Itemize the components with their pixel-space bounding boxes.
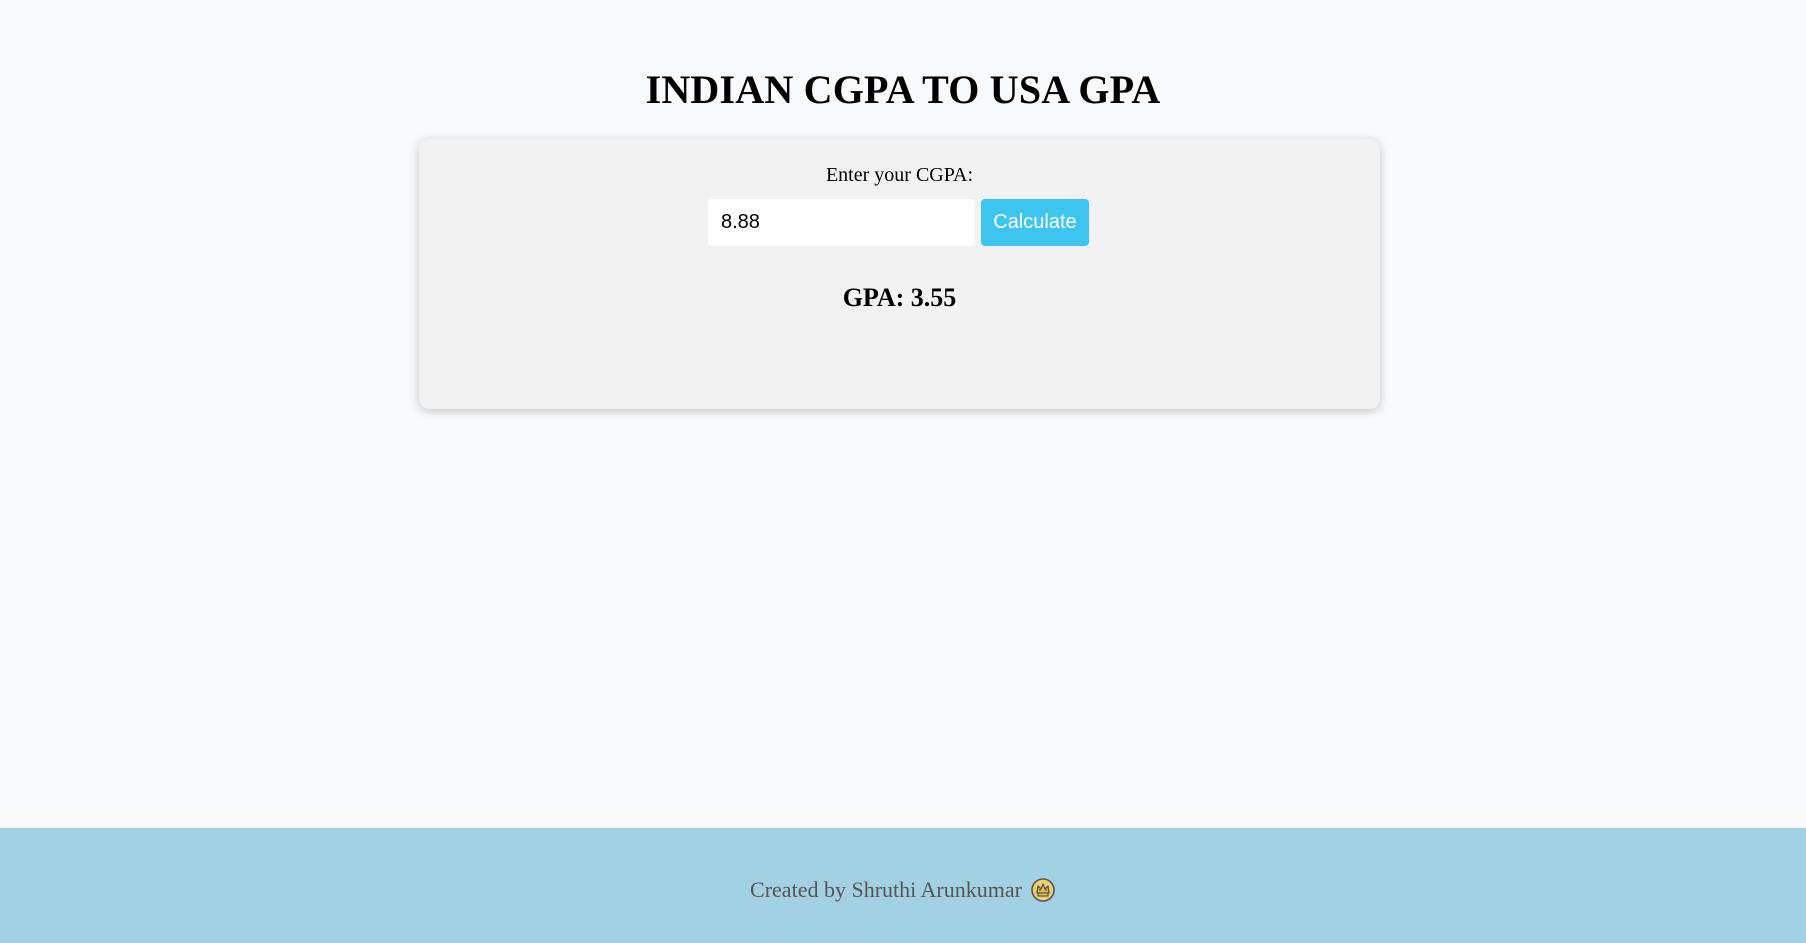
footer: Created by Shruthi Arunkumar [0,828,1806,943]
cgpa-label: Enter your CGPA: [825,164,974,186]
calculate-button[interactable]: Calculate [981,199,1089,246]
crown-emoji-icon [1030,877,1056,903]
gpa-result: GPA: 3.55 [842,283,957,312]
page-title: INDIAN CGPA TO USA GPA [645,67,1161,112]
converter-card: Enter your CGPA: Calculate GPA: 3.55 [419,139,1380,409]
footer-credit: Created by Shruthi Arunkumar [750,877,1056,903]
footer-text: Created by Shruthi Arunkumar [750,876,1022,902]
cgpa-input[interactable] [708,199,975,246]
